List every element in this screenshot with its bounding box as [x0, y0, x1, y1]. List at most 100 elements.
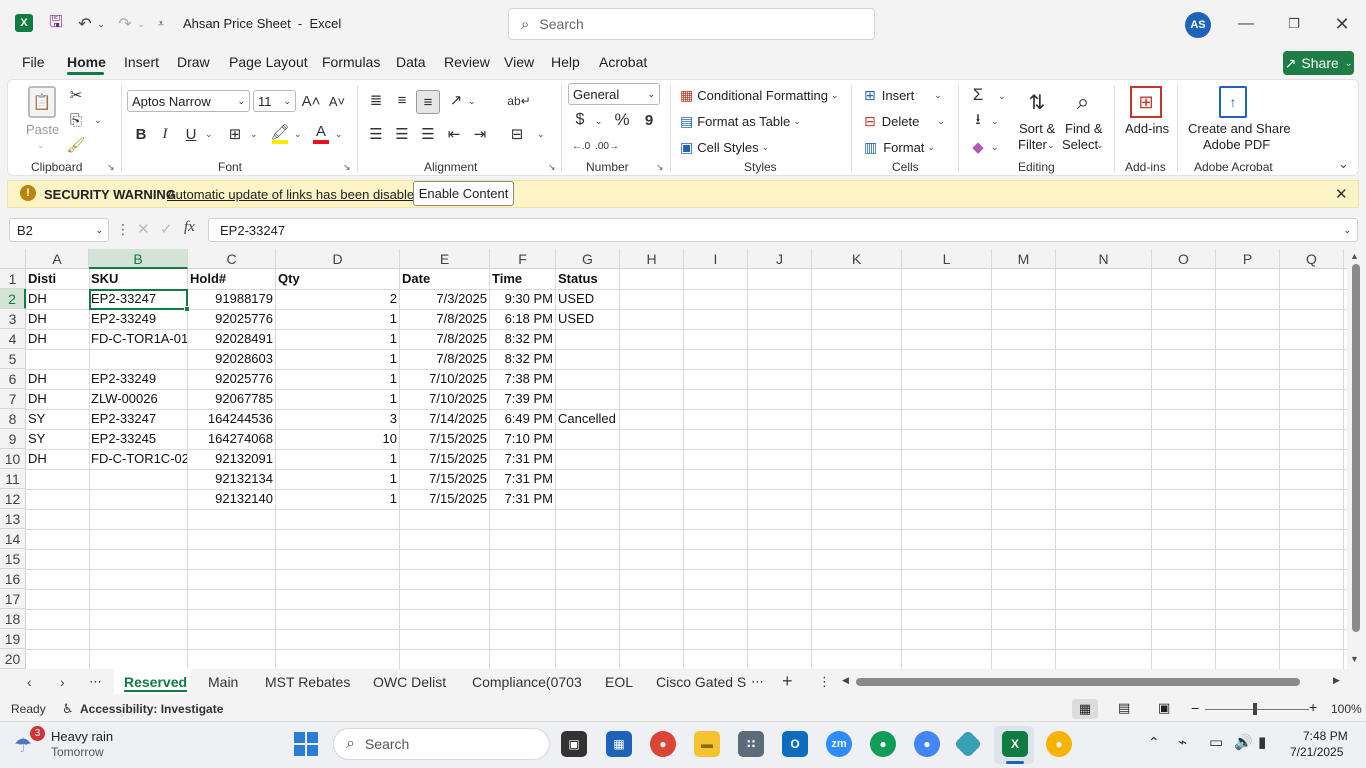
- battery-icon[interactable]: ▮: [1258, 733, 1266, 751]
- sort-filter-label-1[interactable]: Sort &: [1019, 121, 1055, 136]
- cell-status[interactable]: [556, 469, 619, 489]
- header-cell-sku[interactable]: SKU: [89, 269, 187, 289]
- cell-hold[interactable]: 92132140: [188, 489, 275, 509]
- undo-icon[interactable]: ↶: [74, 14, 96, 34]
- cell-status[interactable]: [556, 429, 619, 449]
- redo-icon[interactable]: ↷: [114, 14, 136, 34]
- cell-status[interactable]: [556, 369, 619, 389]
- increase-indent-icon[interactable]: ⇥: [470, 124, 490, 144]
- format-painter-icon[interactable]: 🖌: [66, 136, 85, 154]
- cell-status[interactable]: USED: [556, 309, 619, 329]
- fill-color-icon[interactable]: 🖍: [270, 123, 290, 141]
- cell-hold[interactable]: 92028491: [188, 329, 275, 349]
- vertical-scroll-thumb[interactable]: [1352, 264, 1360, 632]
- cell-date[interactable]: 7/15/2025: [400, 429, 489, 449]
- merge-dropdown-icon[interactable]: ⌄: [537, 129, 545, 140]
- cell-hold[interactable]: 92025776: [188, 309, 275, 329]
- row-header[interactable]: 10: [0, 449, 26, 469]
- search-box[interactable]: ⌕ Search: [508, 8, 875, 40]
- weather-title[interactable]: Heavy rain: [51, 729, 113, 744]
- bold-button[interactable]: B: [133, 125, 149, 143]
- fill-dropdown-icon[interactable]: ⌄: [991, 116, 999, 127]
- scroll-down-icon[interactable]: ▼: [1350, 654, 1359, 664]
- accessibility-icon[interactable]: ♿: [62, 701, 74, 717]
- cell-sku[interactable]: EP2-33249: [89, 369, 187, 389]
- page-break-view-icon[interactable]: ▣: [1158, 700, 1170, 716]
- menu-insert[interactable]: Insert: [124, 54, 159, 74]
- cell-sku[interactable]: EP2-33249: [89, 309, 187, 329]
- cell-time[interactable]: 6:49 PM: [490, 409, 555, 429]
- column-header-n[interactable]: N: [1056, 249, 1152, 269]
- create-pdf-label-1[interactable]: Create and Share: [1188, 121, 1291, 136]
- row-header[interactable]: 17: [0, 589, 26, 609]
- cell-time[interactable]: 8:32 PM: [490, 329, 555, 349]
- normal-view-icon[interactable]: ▦: [1072, 699, 1098, 719]
- create-pdf-label-2[interactable]: Adobe PDF: [1203, 137, 1270, 152]
- volume-icon[interactable]: 🔊: [1234, 733, 1253, 751]
- decrease-font-icon[interactable]: A˅: [327, 91, 347, 111]
- scroll-up-icon[interactable]: ▲: [1350, 251, 1359, 261]
- currency-button[interactable]: $: [572, 110, 588, 130]
- increase-font-icon[interactable]: A˄: [301, 91, 321, 111]
- row-header[interactable]: 2: [0, 289, 26, 309]
- decrease-indent-icon[interactable]: ⇤: [444, 124, 464, 144]
- cell-styles-button[interactable]: ▣ Cell Styles ⌄: [680, 138, 769, 156]
- sort-filter-label-2[interactable]: Filter: [1018, 137, 1047, 152]
- conditional-formatting-button[interactable]: ▦ Conditional Formatting ⌄: [680, 86, 839, 104]
- copy-icon[interactable]: ⎘: [67, 111, 85, 129]
- cell-qty[interactable]: 1: [276, 449, 399, 469]
- add-ins-icon[interactable]: ⊞: [1130, 86, 1162, 118]
- header-cell-disti[interactable]: Disti: [26, 269, 89, 289]
- row-header[interactable]: 12: [0, 489, 26, 509]
- formula-input[interactable]: EP2-33247 ⌄: [208, 218, 1358, 242]
- sheet-tab-cisco[interactable]: Cisco Gated S: [656, 674, 746, 692]
- clock-date[interactable]: 7/21/2025: [1290, 745, 1343, 759]
- share-button[interactable]: ↗ Share ⌄: [1283, 51, 1354, 75]
- cell-date[interactable]: 7/8/2025: [400, 309, 489, 329]
- zoom-slider-track[interactable]: [1205, 709, 1309, 710]
- cell-date[interactable]: 7/10/2025: [400, 389, 489, 409]
- increase-decimal-icon[interactable]: ←.0: [570, 136, 592, 156]
- font-color-icon[interactable]: A: [313, 122, 329, 140]
- fill-dropdown-icon[interactable]: ⌄: [294, 129, 302, 140]
- cell-qty[interactable]: 1: [276, 389, 399, 409]
- row-header[interactable]: 4: [0, 329, 26, 349]
- column-header-h[interactable]: H: [620, 249, 684, 269]
- accessibility-status[interactable]: Accessibility: Investigate: [80, 702, 223, 716]
- chevron-down-icon[interactable]: ⌄: [1047, 140, 1055, 151]
- orientation-icon[interactable]: ↗: [446, 90, 466, 110]
- insert-function-icon[interactable]: fx: [184, 219, 195, 236]
- clear-icon[interactable]: ◆: [968, 137, 988, 157]
- borders-dropdown-icon[interactable]: ⌄: [250, 129, 258, 140]
- add-sheet-icon[interactable]: +: [782, 671, 793, 692]
- paste-icon[interactable]: 📋: [28, 86, 56, 118]
- menu-data[interactable]: Data: [396, 54, 426, 74]
- number-launcher-icon[interactable]: ↘: [656, 162, 664, 173]
- paste-dropdown-icon[interactable]: ⌄: [37, 140, 45, 151]
- chevron-down-icon[interactable]: ⌄: [1096, 140, 1104, 151]
- taskbar-search[interactable]: ⌕ Search: [333, 728, 550, 760]
- delete-cells-button[interactable]: ⊟ Delete ⌄: [864, 112, 945, 130]
- row-header[interactable]: 5: [0, 349, 26, 369]
- decrease-decimal-icon[interactable]: .00→: [595, 136, 619, 156]
- menu-help[interactable]: Help: [551, 54, 580, 74]
- cell-time[interactable]: 7:31 PM: [490, 489, 555, 509]
- underline-button[interactable]: U: [183, 125, 199, 143]
- menu-page-layout[interactable]: Page Layout: [229, 54, 308, 74]
- maximize-icon[interactable]: ❐: [1284, 14, 1304, 34]
- cell-disti[interactable]: [26, 349, 89, 369]
- sort-filter-icon[interactable]: ⇅: [1020, 86, 1054, 118]
- header-cell-date[interactable]: Date: [400, 269, 489, 289]
- cell-disti[interactable]: DH: [26, 369, 89, 389]
- cell-qty[interactable]: 1: [276, 489, 399, 509]
- column-header-o[interactable]: O: [1152, 249, 1216, 269]
- align-left-icon[interactable]: ☰: [366, 124, 386, 144]
- font-launcher-icon[interactable]: ↘: [343, 162, 351, 173]
- cell-sku[interactable]: [89, 349, 187, 369]
- cell-disti[interactable]: [26, 489, 89, 509]
- chrome-profile-icon[interactable]: ●: [1046, 731, 1072, 757]
- cell-time[interactable]: 7:39 PM: [490, 389, 555, 409]
- outlook-icon[interactable]: O: [782, 731, 808, 757]
- name-box[interactable]: B2 ⌄: [9, 218, 109, 242]
- cell-sku[interactable]: FD-C-TOR1A-01: [89, 329, 187, 349]
